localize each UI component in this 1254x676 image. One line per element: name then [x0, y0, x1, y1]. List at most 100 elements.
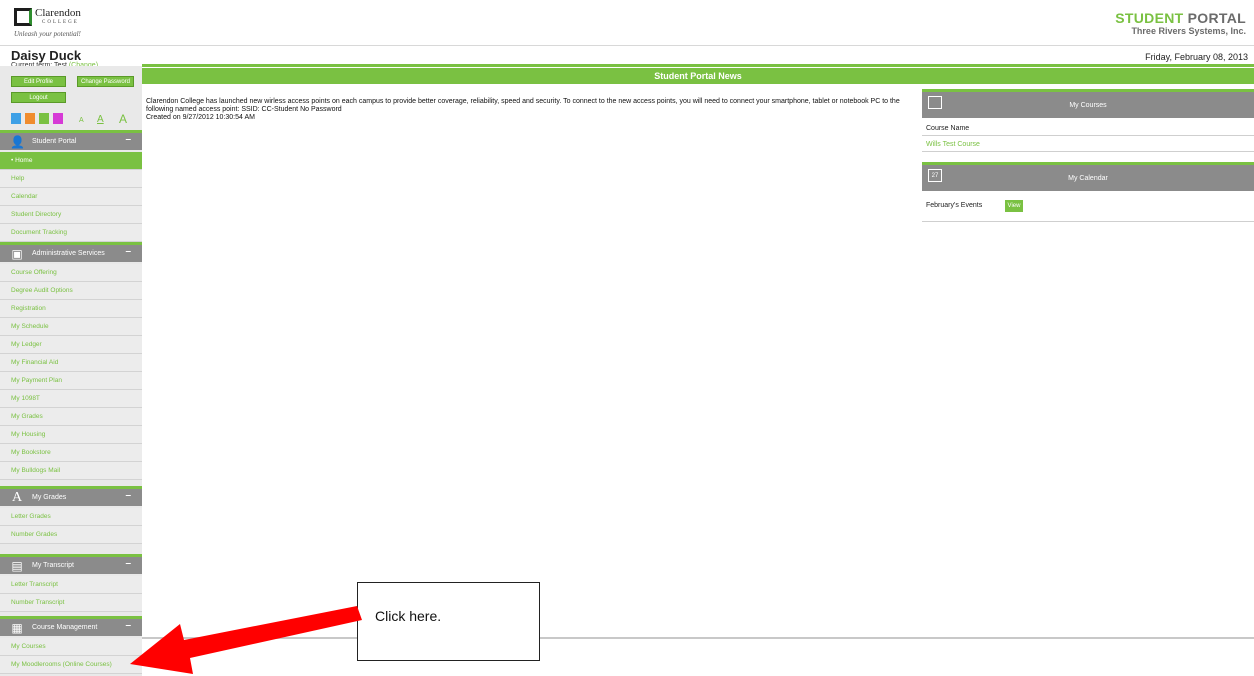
sidebar-item-help[interactable]: Help	[0, 170, 142, 188]
theme-swatch-magenta[interactable]	[53, 113, 63, 124]
collapse-icon[interactable]: –	[125, 490, 131, 501]
left-sidebar: Edit Profile Change Password Logout A A …	[0, 66, 142, 676]
change-password-button[interactable]: Change Password	[77, 76, 134, 87]
sidebar-item-label: Student Directory	[11, 211, 62, 218]
sidebar-item-document-tracking[interactable]: Document Tracking	[0, 224, 142, 242]
edit-profile-button[interactable]: Edit Profile	[11, 76, 66, 87]
logo-tagline: Unleash your potential!	[14, 30, 81, 38]
sidebar-item-my-schedule[interactable]: My Schedule	[0, 318, 142, 336]
section-student-portal[interactable]: 👤 Student Portal –	[0, 130, 142, 150]
sidebar-item-home[interactable]: • Home	[0, 152, 142, 170]
sidebar-item-label: My Schedule	[11, 323, 49, 330]
sidebar-item-label: My Ledger	[11, 341, 42, 348]
sidebar-item-label: My Grades	[11, 413, 43, 420]
document-icon: ▤	[11, 559, 23, 573]
section-label: Student Portal	[32, 138, 77, 145]
logout-button[interactable]: Logout	[11, 92, 66, 103]
sidebar-item-label: Degree Audit Options	[11, 287, 73, 294]
person-icon: 👤	[10, 135, 25, 149]
sidebar-item-my-grades[interactable]: My Grades	[0, 408, 142, 426]
section-label: Administrative Services	[32, 250, 105, 257]
sidebar-item-my-courses[interactable]: My Courses	[0, 638, 142, 656]
letter-a-icon: A	[11, 490, 23, 505]
sidebar-item-my-1098t[interactable]: My 1098T	[0, 390, 142, 408]
news-body: Clarendon College has launched new wirle…	[146, 98, 900, 113]
sidebar-item-label: My Bookstore	[11, 449, 51, 456]
events-label: February's Events	[926, 202, 983, 209]
student-portal-brand: STUDENT PORTAL Three Rivers Systems, Inc…	[1115, 10, 1246, 36]
sidebar-item-label: My 1098T	[11, 395, 40, 402]
brand-title-a: STUDENT	[1115, 10, 1184, 26]
font-size-large[interactable]: A	[119, 112, 127, 126]
theme-swatch-orange[interactable]	[25, 113, 35, 124]
sidebar-item-label: Number Transcript	[11, 599, 65, 606]
sidebar-item-degree-audit-options[interactable]: Degree Audit Options	[0, 282, 142, 300]
news-accent-strip	[142, 64, 1254, 67]
sidebar-item-course-offering[interactable]: Course Offering	[0, 264, 142, 282]
sidebar-item-number-grades[interactable]: Number Grades	[0, 526, 142, 544]
course-icon: ▦	[11, 621, 23, 635]
sidebar-item-student-directory[interactable]: Student Directory	[0, 206, 142, 224]
sidebar-item-label: My Financial Aid	[11, 359, 59, 366]
content-divider	[142, 637, 1254, 639]
sidebar-item-number-transcript[interactable]: Number Transcript	[0, 594, 142, 612]
sidebar-item-label: Document Tracking	[11, 229, 67, 236]
clarendon-college-logo[interactable]: Clarendon COLLEGE Unleash your potential…	[12, 6, 92, 40]
arrow-shape	[130, 606, 362, 674]
sidebar-item-label: My Courses	[11, 643, 46, 650]
theme-swatch-green[interactable]	[39, 113, 49, 124]
admin-icon: ▣	[11, 247, 23, 261]
section-my-grades[interactable]: A My Grades –	[0, 486, 142, 506]
section-my-transcript[interactable]: ▤ My Transcript –	[0, 554, 142, 574]
sidebar-item-my-bookstore[interactable]: My Bookstore	[0, 444, 142, 462]
sidebar-item-label: My Moodlerooms (Online Courses)	[11, 661, 112, 668]
instruction-callout: Click here.	[357, 582, 540, 661]
news-created: Created on 9/27/2012 10:30:54 AM	[146, 114, 255, 121]
sidebar-item-label: Registration	[11, 305, 46, 312]
section-label: My Transcript	[32, 562, 75, 569]
collapse-icon[interactable]: –	[125, 620, 131, 631]
sidebar-item-my-housing[interactable]: My Housing	[0, 426, 142, 444]
section-course-management[interactable]: ▦ Course Management –	[0, 616, 142, 636]
logo-name: Clarendon	[35, 7, 81, 19]
theme-swatch-blue[interactable]	[11, 113, 21, 124]
font-size-small[interactable]: A	[79, 117, 84, 124]
view-events-button[interactable]: View	[1005, 200, 1023, 212]
college-logo-mark	[14, 8, 32, 26]
callout-text: Click here.	[375, 608, 442, 624]
sidebar-item-registration[interactable]: Registration	[0, 300, 142, 318]
collapse-icon[interactable]: –	[125, 246, 131, 257]
course-link[interactable]: Wills Test Course	[922, 137, 1254, 152]
sidebar-item-my-payment-plan[interactable]: My Payment Plan	[0, 372, 142, 390]
course-name-column: Course Name	[922, 123, 1254, 136]
calendar-events-row: February's Events View	[922, 192, 1254, 222]
sidebar-item-letter-transcript[interactable]: Letter Transcript	[0, 576, 142, 594]
collapse-icon[interactable]: –	[125, 558, 131, 569]
sidebar-item-my-financial-aid[interactable]: My Financial Aid	[0, 354, 142, 372]
section-administrative-services[interactable]: ▣ Administrative Services –	[0, 242, 142, 262]
my-courses-title: My Courses	[1069, 102, 1107, 109]
my-calendar-title: My Calendar	[1068, 175, 1108, 182]
sidebar-item-my-ledger[interactable]: My Ledger	[0, 336, 142, 354]
sidebar-item-label: Letter Grades	[11, 513, 51, 520]
sidebar-item-label: Course Offering	[11, 269, 57, 276]
sidebar-item-letter-grades[interactable]: Letter Grades	[0, 508, 142, 526]
sidebar-item-label: My Payment Plan	[11, 377, 62, 384]
sidebar-item-label: Number Grades	[11, 531, 58, 538]
brand-subtitle: Three Rivers Systems, Inc.	[1131, 26, 1246, 36]
top-header: Clarendon COLLEGE Unleash your potential…	[0, 0, 1254, 46]
news-content: Clarendon College has launched new wirle…	[146, 98, 916, 122]
news-header: Student Portal News	[142, 68, 1254, 84]
sidebar-item-my-bulldogs-mail[interactable]: My Bulldogs Mail	[0, 462, 142, 480]
sidebar-item-label: Letter Transcript	[11, 581, 58, 588]
section-label: My Grades	[32, 494, 67, 501]
my-courses-header: My Courses	[922, 89, 1254, 118]
sidebar-item-label: My Bulldogs Mail	[11, 467, 61, 474]
sidebar-item-calendar[interactable]: Calendar	[0, 188, 142, 206]
font-size-medium[interactable]: A	[97, 114, 104, 125]
sidebar-item-label: Calendar	[11, 193, 38, 200]
sidebar-item-my-moodlerooms-online-courses[interactable]: My Moodlerooms (Online Courses)	[0, 656, 142, 674]
section-label: Course Management	[32, 624, 98, 631]
logo-college: COLLEGE	[42, 20, 79, 25]
collapse-icon[interactable]: –	[125, 134, 131, 145]
